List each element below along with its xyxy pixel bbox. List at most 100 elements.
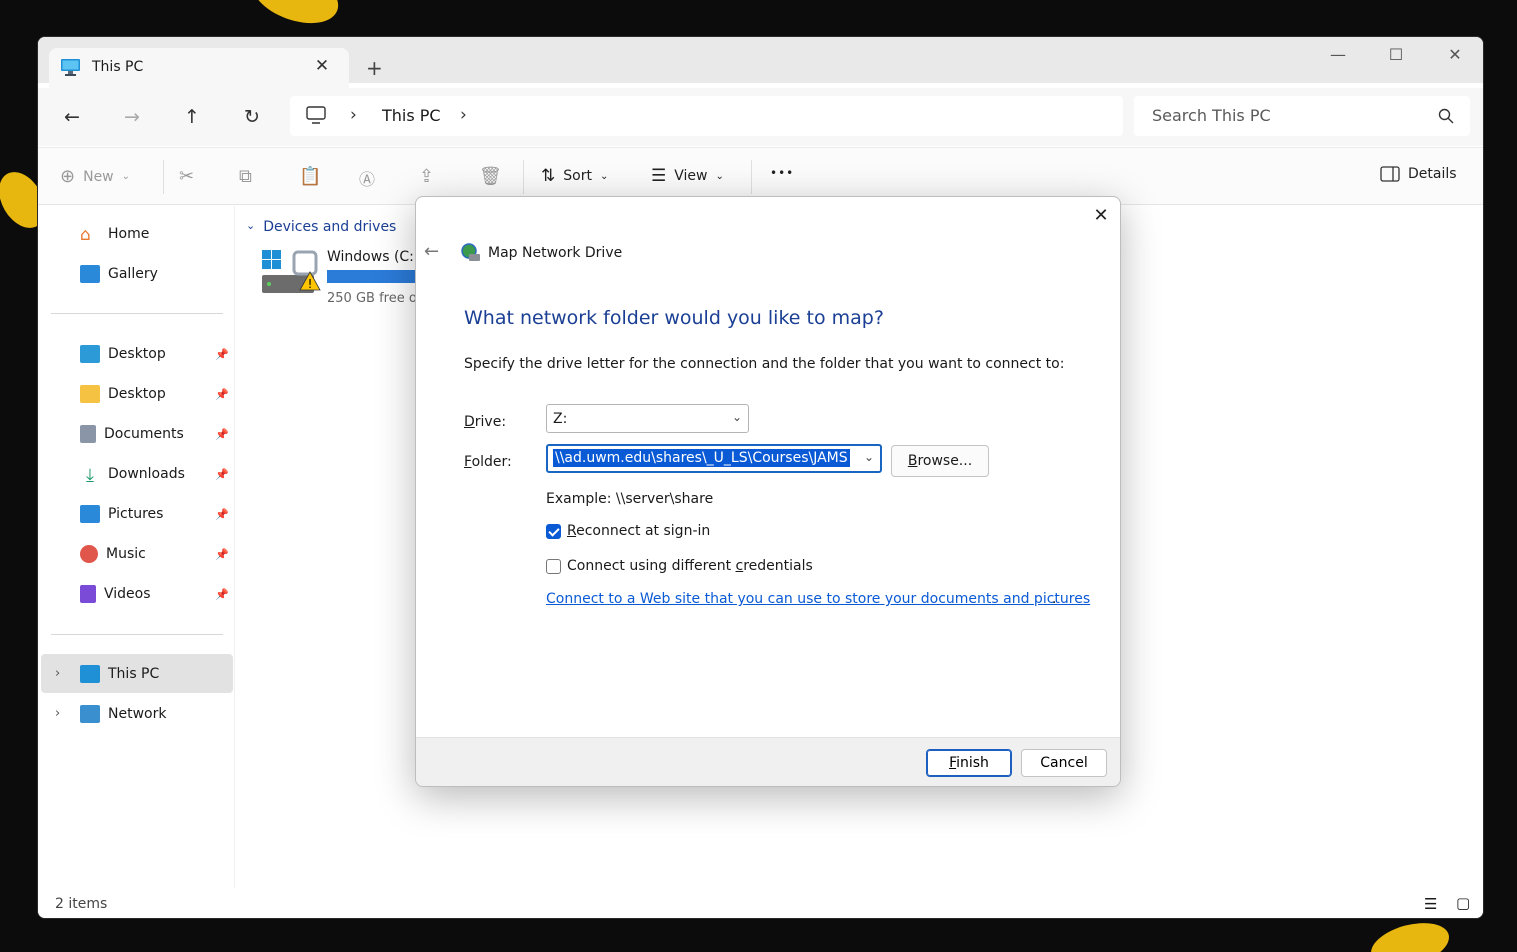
- navigation-pane: ⌂ Home Gallery Desktop 📌 Desktop 📌 Docum…: [38, 206, 235, 888]
- sort-button[interactable]: ⇅ Sort ⌄: [541, 166, 608, 186]
- more-options-icon[interactable]: •••: [770, 166, 794, 180]
- sidebar-item-music[interactable]: Music: [80, 541, 146, 567]
- new-tab-button[interactable]: +: [366, 56, 383, 80]
- pin-icon[interactable]: 📌: [215, 388, 229, 401]
- credentials-label: Connect using different credentials: [567, 558, 813, 574]
- chevron-down-icon: ⌄: [715, 170, 724, 182]
- reconnect-label-text: econnect at sign-in: [576, 523, 711, 539]
- home-icon: ⌂: [80, 225, 91, 245]
- search-box[interactable]: Search This PC: [1134, 96, 1470, 136]
- tab-close-icon[interactable]: ✕: [311, 55, 333, 77]
- sidebar-item-label: Videos: [104, 586, 151, 602]
- up-arrow-icon[interactable]: ↑: [177, 102, 207, 132]
- rename-icon[interactable]: Ⓐ: [359, 166, 375, 190]
- details-button[interactable]: Details: [1380, 166, 1457, 182]
- chevron-down-icon: ⌄: [121, 171, 131, 182]
- reconnect-checkbox[interactable]: [546, 523, 561, 539]
- pin-icon[interactable]: 📌: [215, 588, 229, 601]
- item-count: 2 items: [55, 896, 108, 912]
- breadcrumb-chevron-icon[interactable]: ›: [460, 105, 467, 125]
- credentials-label-text: redentials: [743, 558, 813, 574]
- pin-icon[interactable]: 📌: [215, 508, 229, 521]
- breadcrumb-chevron-icon[interactable]: ›: [350, 105, 357, 125]
- sidebar-item-this-pc[interactable]: This PC: [80, 661, 159, 687]
- pictures-icon: [80, 505, 100, 523]
- finish-button[interactable]: Finish: [926, 749, 1012, 777]
- drive-icon[interactable]: !: [262, 250, 322, 308]
- pin-icon[interactable]: 📌: [215, 428, 229, 441]
- map-network-drive-dialog: ✕ ← Map Network Drive What network folde…: [415, 196, 1121, 787]
- minimize-icon[interactable]: —: [1323, 45, 1353, 64]
- credentials-checkbox[interactable]: [546, 558, 561, 574]
- tab-this-pc[interactable]: This PC ✕: [49, 48, 349, 88]
- search-input[interactable]: Search This PC: [1152, 106, 1271, 125]
- browse-accelerator: B: [907, 453, 918, 469]
- documents-icon: [80, 425, 96, 443]
- sidebar-item-network[interactable]: Network: [80, 701, 166, 727]
- group-header[interactable]: ⌄ Devices and drives: [246, 219, 396, 235]
- download-icon: ⤓: [86, 465, 94, 486]
- view-label: View: [674, 168, 708, 184]
- expand-chevron-icon[interactable]: ›: [55, 706, 60, 721]
- folder-label-accelerator: F: [464, 454, 472, 470]
- search-icon[interactable]: [1438, 108, 1454, 124]
- expand-chevron-icon[interactable]: ›: [55, 666, 60, 681]
- chevron-down-icon: ⌄: [246, 219, 256, 232]
- address-bar[interactable]: › This PC ›: [290, 96, 1123, 136]
- monitor-icon: [61, 59, 80, 76]
- chevron-down-icon[interactable]: ⌄: [864, 450, 874, 464]
- pin-icon[interactable]: 📌: [215, 548, 229, 561]
- folder-icon: [80, 385, 100, 403]
- window-close-icon[interactable]: ✕: [1440, 45, 1470, 64]
- share-icon[interactable]: ⇪: [419, 166, 434, 187]
- drive-label-text: rive:: [474, 414, 507, 430]
- paste-icon[interactable]: 📋: [299, 166, 321, 187]
- cut-icon[interactable]: ✂: [179, 166, 194, 187]
- example-path: Example: \\server\share: [546, 491, 714, 507]
- sidebar-item-documents[interactable]: Documents: [80, 421, 184, 447]
- svg-text:!: !: [308, 277, 313, 291]
- refresh-icon[interactable]: ↻: [237, 102, 267, 132]
- delete-icon[interactable]: 🗑: [479, 166, 502, 187]
- dialog-close-icon[interactable]: ✕: [1089, 204, 1113, 228]
- web-site-link[interactable]: Connect to a Web site that you can use t…: [546, 591, 1090, 607]
- dialog-footer: Finish Cancel: [416, 737, 1120, 786]
- back-arrow-icon[interactable]: ←: [57, 102, 87, 132]
- status-bar: 2 items ☰ ▢: [38, 888, 1483, 918]
- sidebar-item-pictures[interactable]: Pictures: [80, 501, 163, 527]
- pin-icon[interactable]: 📌: [215, 348, 229, 361]
- cancel-button[interactable]: Cancel: [1021, 749, 1107, 777]
- drive-usage-bar: [327, 270, 427, 283]
- maximize-icon[interactable]: ☐: [1381, 45, 1411, 64]
- reconnect-checkbox-row[interactable]: Reconnect at sign-in: [546, 523, 710, 539]
- folder-path-input[interactable]: \\ad.uwm.edu\shares\_U_LS\Courses\JAMS ⌄: [546, 444, 882, 473]
- sidebar-item-desktop[interactable]: Desktop: [80, 341, 166, 367]
- plus-circle-icon: ⊕: [60, 166, 76, 187]
- gallery-icon: [80, 265, 100, 283]
- sidebar-item-desktop-folder[interactable]: Desktop: [80, 381, 166, 407]
- list-view-icon[interactable]: ☰: [1424, 895, 1437, 913]
- chevron-down-icon: ⌄: [599, 170, 609, 182]
- dialog-back-arrow-icon[interactable]: ←: [424, 241, 439, 262]
- folder-path-value[interactable]: \\ad.uwm.edu\shares\_U_LS\Courses\JAMS: [553, 449, 850, 467]
- breadcrumb-this-pc[interactable]: This PC: [382, 106, 441, 125]
- drive-name[interactable]: Windows (C:): [327, 249, 419, 265]
- drive-letter-select[interactable]: Z: ⌄: [546, 404, 749, 433]
- forward-arrow-icon[interactable]: →: [117, 102, 147, 132]
- drive-free-space: 250 GB free o: [327, 291, 417, 306]
- sidebar-item-videos[interactable]: Videos: [80, 581, 151, 607]
- credentials-checkbox-row[interactable]: Connect using different credentials: [546, 558, 813, 574]
- browse-button[interactable]: Browse...: [891, 445, 989, 477]
- sidebar-item-downloads[interactable]: ⤓ Downloads: [80, 461, 185, 487]
- new-button[interactable]: ⊕ New ⌄: [60, 166, 130, 187]
- toolbar-divider: [163, 160, 164, 194]
- sidebar-item-gallery[interactable]: Gallery: [80, 261, 158, 287]
- tiles-view-icon[interactable]: ▢: [1456, 894, 1470, 912]
- view-button[interactable]: ☰ View ⌄: [651, 166, 724, 186]
- videos-icon: [80, 585, 96, 603]
- tab-title: This PC: [92, 59, 144, 75]
- sidebar-item-home[interactable]: ⌂ Home: [80, 221, 149, 247]
- chevron-down-icon: ⌄: [731, 410, 742, 424]
- pin-icon[interactable]: 📌: [215, 468, 229, 481]
- copy-icon[interactable]: ⧉: [239, 166, 252, 187]
